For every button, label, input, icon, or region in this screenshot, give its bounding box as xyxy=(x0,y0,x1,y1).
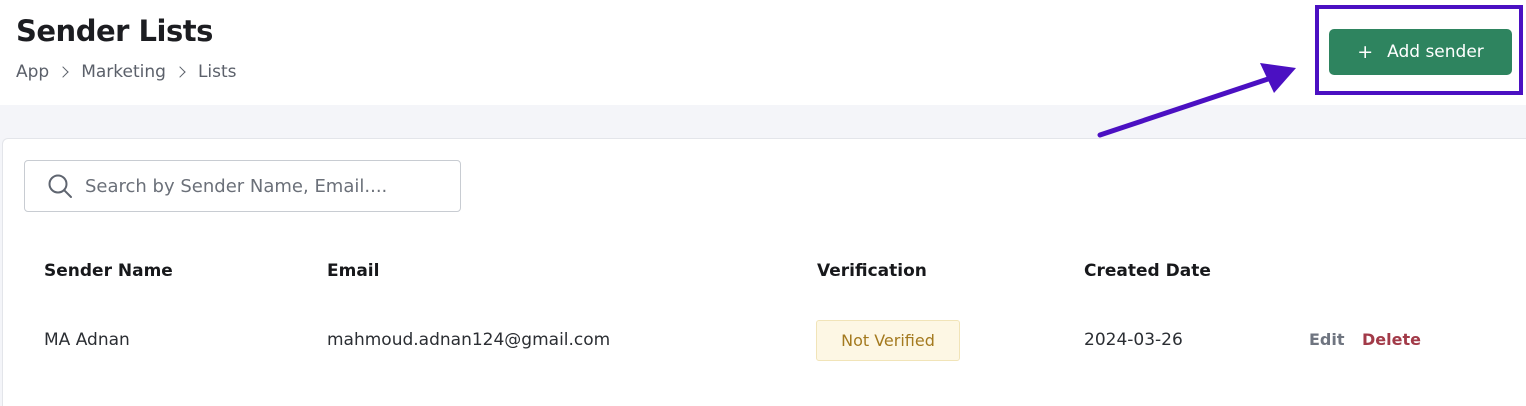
column-header-created-date: Created Date xyxy=(1084,261,1211,281)
cell-sender-name: MA Adnan xyxy=(44,330,130,350)
breadcrumb-item-marketing[interactable]: Marketing xyxy=(81,62,166,82)
page: Sender Lists App Marketing Lists Sender … xyxy=(0,0,1526,406)
cell-email: mahmoud.adnan124@gmail.com xyxy=(327,330,611,350)
delete-link[interactable]: Delete xyxy=(1362,330,1421,349)
search-box[interactable] xyxy=(24,160,461,212)
annotation-highlight-box xyxy=(1315,5,1523,95)
chevron-right-icon xyxy=(174,66,186,78)
column-header-verification: Verification xyxy=(817,261,927,281)
search-input[interactable] xyxy=(85,175,445,197)
column-header-email: Email xyxy=(327,261,380,281)
page-title: Sender Lists xyxy=(16,14,213,48)
breadcrumb-item-app[interactable]: App xyxy=(16,62,49,82)
breadcrumb: App Marketing Lists xyxy=(16,62,237,82)
edit-link[interactable]: Edit xyxy=(1309,330,1345,349)
search-icon xyxy=(48,174,72,198)
status-badge: Not Verified xyxy=(816,320,960,361)
sender-list-card: Sender Name Email Verification Created D… xyxy=(2,138,1526,406)
chevron-right-icon xyxy=(57,66,69,78)
breadcrumb-item-lists: Lists xyxy=(197,62,237,82)
page-header: Sender Lists App Marketing Lists xyxy=(0,0,1526,105)
column-header-sender-name: Sender Name xyxy=(44,261,173,281)
cell-created-date: 2024-03-26 xyxy=(1084,330,1183,350)
